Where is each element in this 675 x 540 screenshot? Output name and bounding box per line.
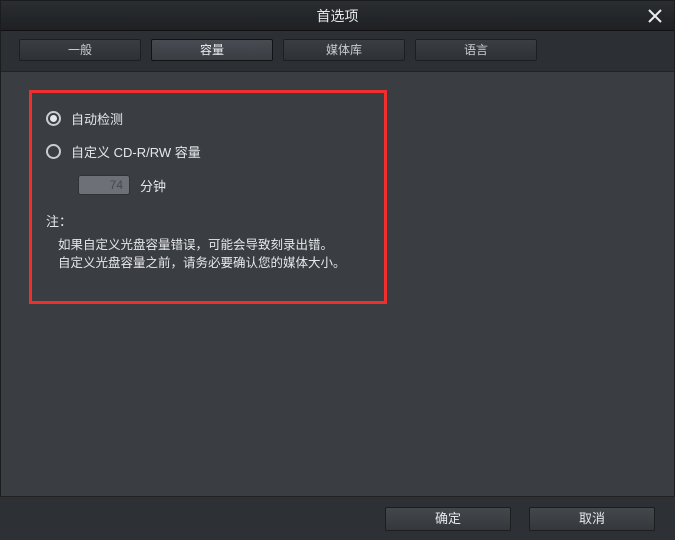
tab-general[interactable]: 一般 — [19, 39, 141, 61]
tab-language[interactable]: 语言 — [415, 39, 537, 61]
note-line-2: 自定义光盘容量之前，请务必要确认您的媒体大小。 — [58, 254, 370, 272]
ok-button[interactable]: 确定 — [385, 507, 511, 531]
cancel-button[interactable]: 取消 — [529, 507, 655, 531]
titlebar: 首选项 — [1, 1, 674, 31]
radio-custom-capacity[interactable]: 自定义 CD-R/RW 容量 — [46, 142, 370, 161]
radio-auto-detect[interactable]: 自动检测 — [46, 109, 370, 128]
note-title: 注： — [46, 211, 370, 230]
radio-custom-label: 自定义 CD-R/RW 容量 — [71, 142, 201, 161]
radio-auto-detect-label: 自动检测 — [71, 109, 123, 128]
radio-selected-icon — [46, 111, 61, 126]
tab-bar: 一般 容量 媒体库 语言 — [1, 31, 674, 72]
tab-library[interactable]: 媒体库 — [283, 39, 405, 61]
highlight-box: 自动检测 自定义 CD-R/RW 容量 分钟 注： 如果自定义光盘容量错误，可能… — [29, 90, 387, 304]
tab-capacity[interactable]: 容量 — [151, 39, 273, 61]
radio-unselected-icon — [46, 144, 61, 159]
minutes-row: 分钟 — [78, 175, 370, 195]
minutes-input[interactable] — [78, 175, 130, 195]
close-icon[interactable] — [642, 3, 668, 29]
content-area: 自动检测 自定义 CD-R/RW 容量 分钟 注： 如果自定义光盘容量错误，可能… — [1, 72, 674, 522]
minutes-unit-label: 分钟 — [140, 176, 166, 195]
note-line-1: 如果自定义光盘容量错误，可能会导致刻录出错。 — [58, 236, 370, 254]
footer: 确定 取消 — [0, 496, 675, 540]
window-title: 首选项 — [317, 6, 359, 26]
